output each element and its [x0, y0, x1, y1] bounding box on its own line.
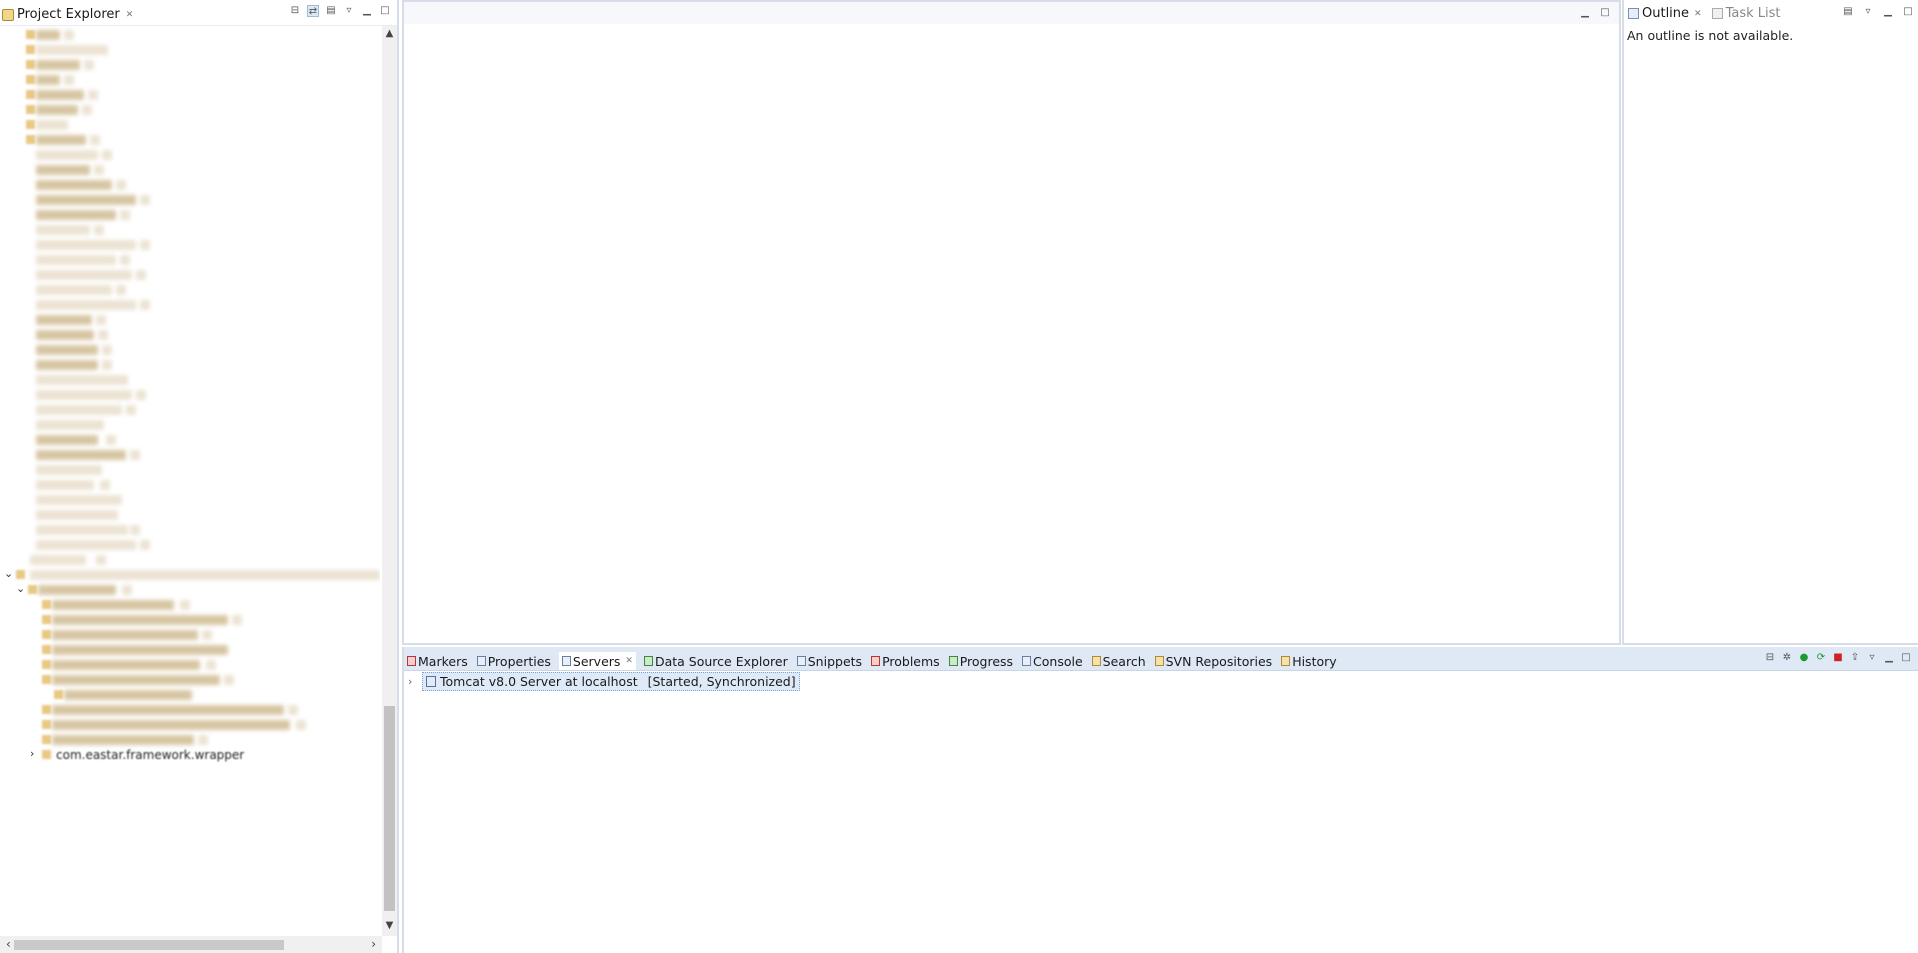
- project-tree-vertical-scrollbar[interactable]: ▲ ▼: [382, 26, 397, 936]
- tab-svn-repositories[interactable]: SVN Repositories: [1154, 652, 1274, 670]
- close-icon[interactable]: ✕: [625, 656, 633, 666]
- outline-tabbar: Outline ✕ Task List: [1628, 6, 1781, 21]
- scrollbar-thumb[interactable]: [14, 940, 284, 950]
- progress-icon: [948, 656, 958, 666]
- tab-data-source-explorer[interactable]: Data Source Explorer: [643, 652, 789, 670]
- focus-icon[interactable]: ▤: [1842, 6, 1854, 18]
- server-name: Tomcat v8.0 Server at localhost: [440, 674, 638, 689]
- stop-server-icon[interactable]: ■: [1832, 652, 1844, 664]
- maximize-icon[interactable]: □: [379, 5, 391, 17]
- outline-view: Outline ✕ Task List ▤ ▿ ▁ □ An outline i…: [1622, 0, 1918, 645]
- tab-search[interactable]: Search: [1091, 652, 1147, 670]
- bottom-views-panel: Markers Properties Servers ✕ Data Source…: [402, 647, 1918, 953]
- tab-label: History: [1292, 653, 1337, 669]
- profile-server-icon[interactable]: ⟳: [1815, 652, 1827, 664]
- outline-toolbar: ▤ ▿ ▁ □: [1842, 6, 1914, 18]
- tab-problems[interactable]: Problems: [870, 652, 941, 670]
- tab-label: Markers: [418, 653, 468, 669]
- tab-project-explorer-label: Project Explorer: [17, 7, 120, 22]
- publish-icon[interactable]: ⇪: [1849, 652, 1861, 664]
- bottom-tabs: Markers Properties Servers ✕ Data Source…: [406, 652, 1345, 670]
- view-menu-icon[interactable]: ▿: [343, 5, 355, 17]
- outline-message: An outline is not available.: [1627, 28, 1794, 43]
- markers-icon: [407, 656, 416, 666]
- tab-task-list-label: Task List: [1725, 6, 1781, 21]
- project-tree-horizontal-scrollbar[interactable]: ‹ ›: [0, 936, 382, 953]
- tree-item[interactable]: › com.eastar.framework.wrapper: [0, 746, 380, 764]
- project-tree[interactable]: ⌄ ⌄ › com.eastar.framework.wrapper: [0, 26, 380, 936]
- minimize-icon[interactable]: ▁: [1882, 6, 1894, 18]
- debug-server-icon[interactable]: ✲: [1781, 652, 1793, 664]
- tab-label: Progress: [959, 653, 1014, 669]
- collapse-all-icon[interactable]: ⊟: [1764, 652, 1776, 664]
- tab-markers[interactable]: Markers: [406, 652, 469, 670]
- server-row[interactable]: › Tomcat v8.0 Server at localhost [Start…: [408, 672, 800, 691]
- tab-label: Data Source Explorer: [654, 653, 788, 669]
- tree-item-label: com.eastar.framework.wrapper: [56, 748, 245, 762]
- minimize-icon[interactable]: ▁: [361, 5, 373, 17]
- tab-task-list[interactable]: Task List: [1711, 6, 1781, 21]
- project-explorer-tabbar: Project Explorer ✕ ⊟ ⇄ ▤ ▿ ▁ □: [0, 0, 397, 26]
- scroll-left-icon[interactable]: ‹: [6, 937, 11, 951]
- tab-snippets[interactable]: Snippets: [796, 652, 863, 670]
- tab-label: SVN Repositories: [1165, 653, 1273, 669]
- project-explorer-toolbar: ⊟ ⇄ ▤ ▿ ▁ □: [289, 5, 391, 17]
- view-menu-icon[interactable]: ▿: [1866, 652, 1878, 664]
- bottom-tabbar: Markers Properties Servers ✕ Data Source…: [404, 647, 1918, 671]
- maximize-icon[interactable]: □: [1900, 652, 1912, 664]
- server-status: [Started, Synchronized]: [647, 674, 796, 689]
- tab-properties[interactable]: Properties: [476, 652, 552, 670]
- tab-label: Servers: [572, 653, 621, 669]
- expand-chevron-icon[interactable]: ›: [408, 675, 422, 688]
- properties-icon: [476, 656, 486, 666]
- tab-label: Console: [1033, 653, 1083, 669]
- start-server-icon[interactable]: ●: [1798, 652, 1810, 664]
- server-item[interactable]: Tomcat v8.0 Server at localhost [Started…: [422, 672, 800, 691]
- scroll-up-icon[interactable]: ▲: [382, 28, 397, 42]
- tab-label: Snippets: [807, 653, 863, 669]
- task-list-icon: [1711, 8, 1723, 19]
- history-icon: [1281, 656, 1291, 666]
- outline-icon: [1628, 8, 1639, 19]
- snippets-icon: [796, 656, 806, 666]
- tab-label: Search: [1102, 653, 1146, 669]
- link-with-editor-icon[interactable]: ⇄: [307, 5, 319, 17]
- maximize-icon[interactable]: □: [1599, 7, 1611, 19]
- data-source-icon: [643, 656, 653, 666]
- project-explorer-view: Project Explorer ✕ ⊟ ⇄ ▤ ▿ ▁ □ ⌄ ⌄ › com…: [0, 0, 399, 953]
- editor-toolbar: ▁ □: [1579, 7, 1611, 19]
- tab-label: Properties: [487, 653, 551, 669]
- tab-project-explorer[interactable]: Project Explorer ✕: [2, 5, 133, 24]
- tab-outline[interactable]: Outline ✕: [1628, 6, 1702, 21]
- close-icon[interactable]: ✕: [126, 10, 134, 20]
- tab-label: Problems: [882, 653, 940, 669]
- tab-console[interactable]: Console: [1021, 652, 1084, 670]
- project-explorer-icon: [2, 8, 14, 21]
- minimize-icon[interactable]: ▁: [1579, 7, 1591, 19]
- svn-icon: [1154, 656, 1164, 666]
- search-icon: [1091, 656, 1101, 666]
- editor-tabbar: [404, 2, 1619, 24]
- problems-icon: [871, 656, 881, 666]
- filter-icon[interactable]: ▤: [325, 5, 337, 17]
- minimize-icon[interactable]: ▁: [1883, 652, 1895, 664]
- servers-toolbar: ⊟ ✲ ● ⟳ ■ ⇪ ▿ ▁ □: [1764, 652, 1912, 664]
- scroll-right-icon[interactable]: ›: [371, 937, 376, 951]
- maximize-icon[interactable]: □: [1902, 6, 1914, 18]
- editor-area: ▁ □: [402, 0, 1621, 645]
- console-icon: [1022, 656, 1032, 666]
- tab-servers[interactable]: Servers ✕: [558, 652, 636, 670]
- tab-progress[interactable]: Progress: [948, 652, 1014, 670]
- collapse-all-icon[interactable]: ⊟: [289, 5, 301, 17]
- close-icon[interactable]: ✕: [1694, 9, 1702, 19]
- scroll-down-icon[interactable]: ▼: [382, 920, 397, 934]
- servers-icon: [561, 656, 571, 666]
- view-menu-icon[interactable]: ▿: [1862, 6, 1874, 18]
- tab-outline-label: Outline: [1642, 6, 1690, 21]
- scrollbar-thumb[interactable]: [384, 706, 395, 911]
- server-icon: [426, 676, 436, 687]
- tab-history[interactable]: History: [1280, 652, 1337, 670]
